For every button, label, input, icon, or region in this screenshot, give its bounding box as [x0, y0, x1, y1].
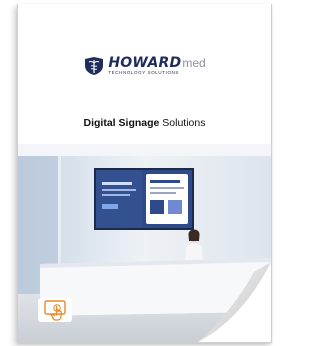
brand-suffix: med — [182, 56, 206, 71]
touch-hand-icon — [44, 300, 66, 321]
title-rest: Solutions — [162, 117, 206, 129]
touch-button[interactable] — [38, 298, 72, 322]
brochure-cover: HOWARD med TECHNOLOGY SOLUTIONS Digital … — [17, 4, 272, 343]
page-title: Digital Signage Solutions — [18, 117, 271, 129]
brand-tagline: TECHNOLOGY SOLUTIONS — [108, 70, 180, 76]
title-bold: Digital Signage — [83, 117, 160, 129]
brand-name: HOWARD — [108, 55, 182, 72]
howard-med-logo: HOWARD med TECHNOLOGY SOLUTIONS — [18, 56, 271, 76]
caduceus-logo-icon — [85, 57, 104, 75]
signage-screen — [94, 168, 194, 230]
